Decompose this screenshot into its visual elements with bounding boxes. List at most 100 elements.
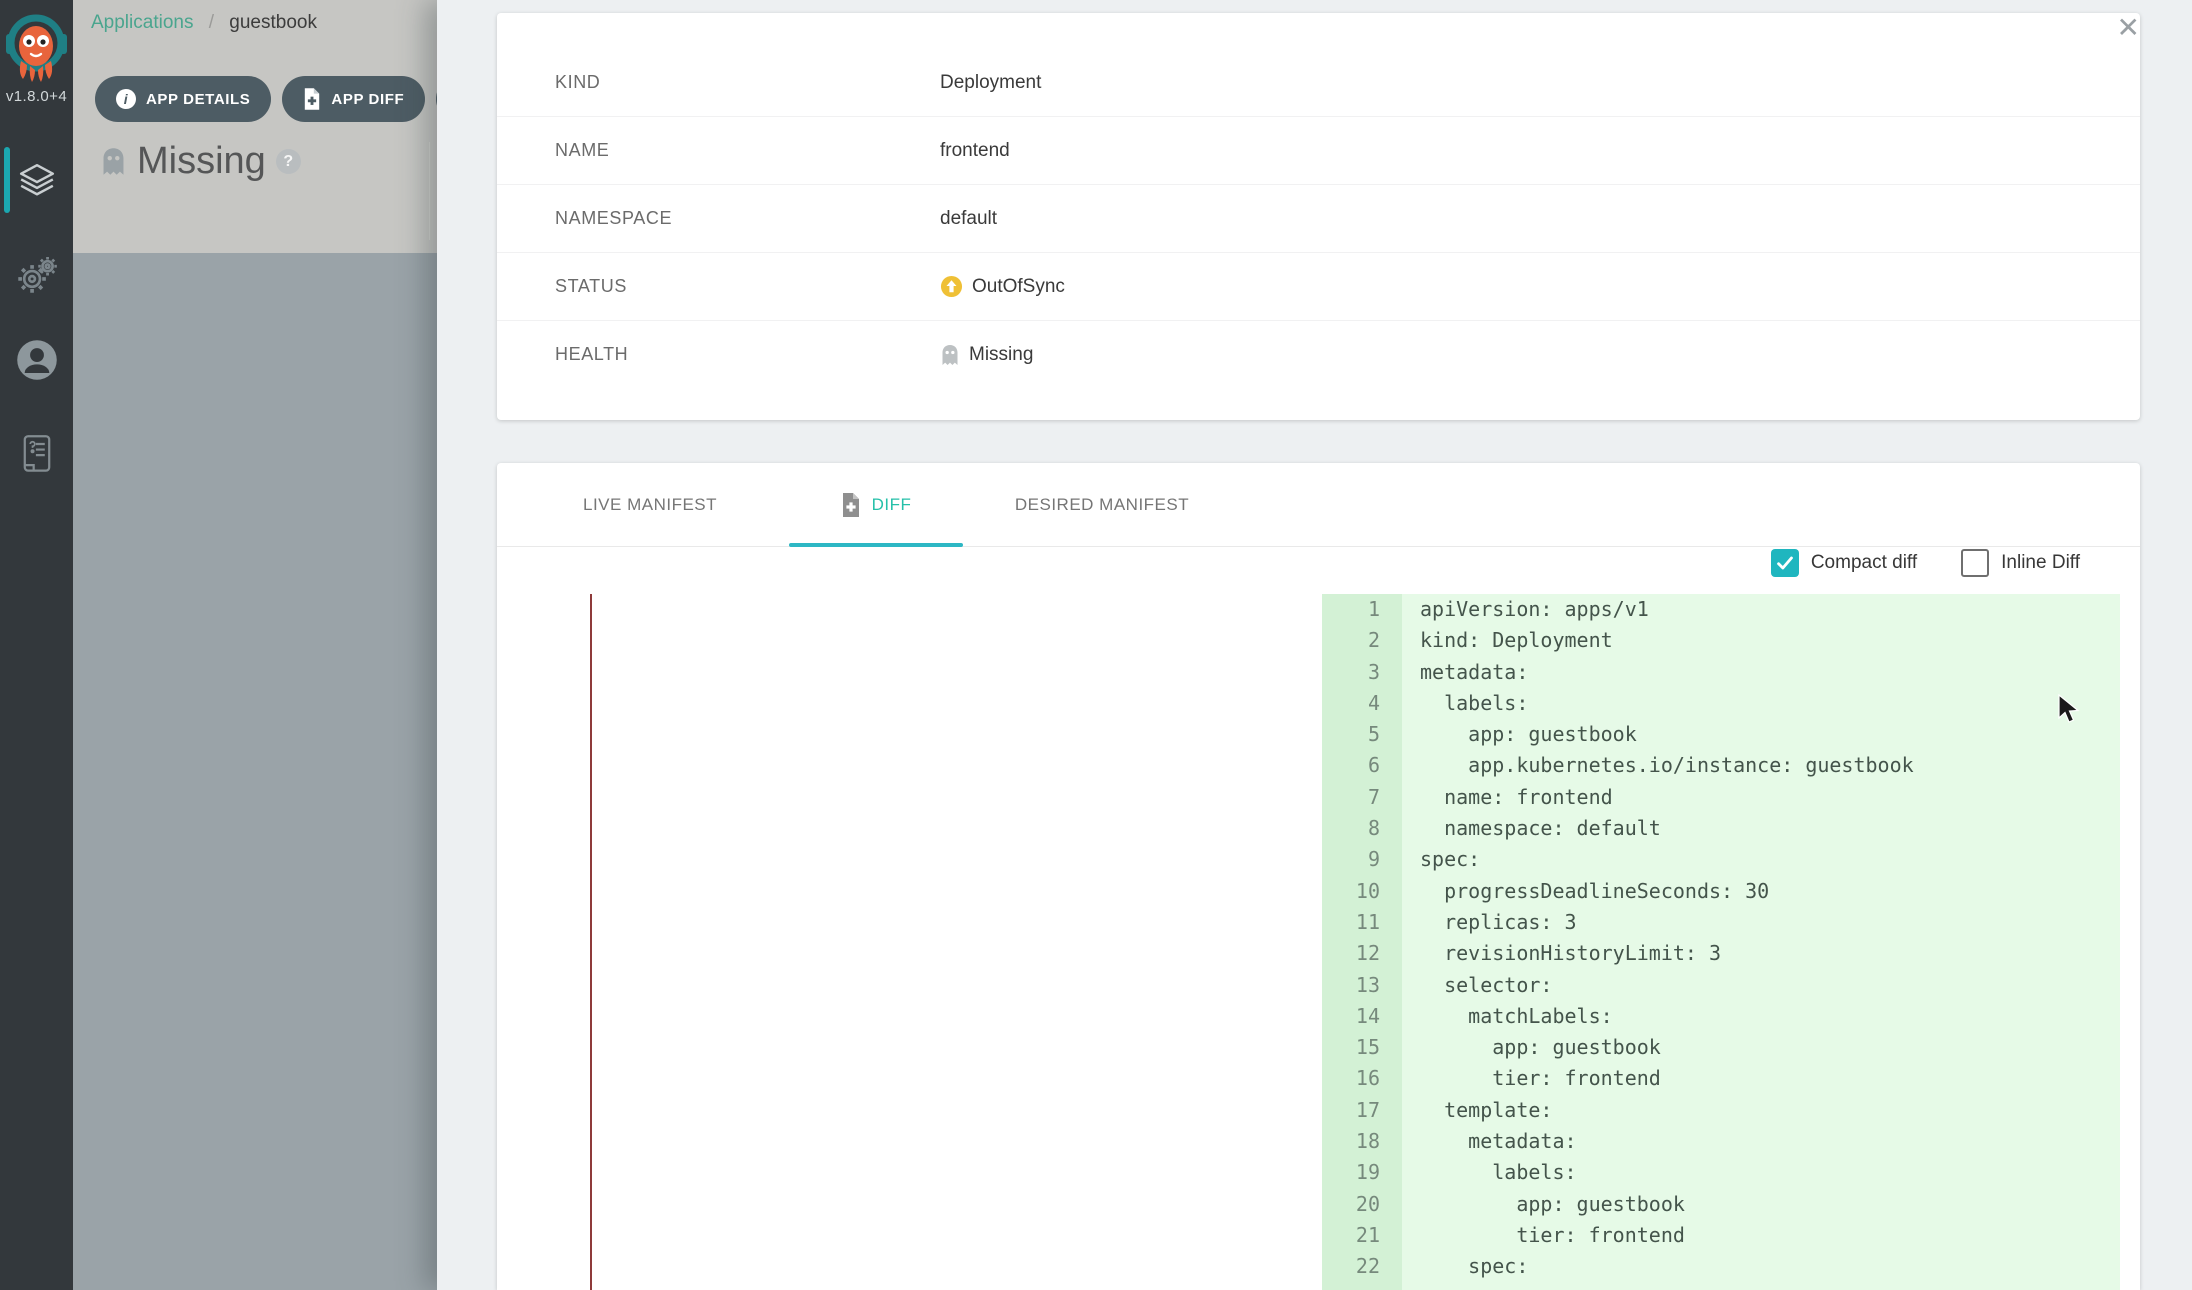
diff-line: 19 labels:	[1322, 1157, 2120, 1188]
close-icon[interactable]: ✕	[2117, 14, 2140, 42]
diff-line: 4 labels:	[1322, 688, 2120, 719]
docs-icon	[21, 434, 53, 474]
app-toolbar: i APP DETAILS APP DIFF	[95, 76, 492, 122]
gears-icon	[17, 255, 57, 293]
sidebar-item-docs[interactable]	[0, 424, 73, 484]
diff-line: 3 metadata:	[1322, 657, 2120, 688]
diff-line-number: 20	[1322, 1189, 1402, 1220]
diff-line-number: 1	[1322, 594, 1402, 625]
ghost-icon	[940, 343, 960, 367]
diff-line-number: 17	[1322, 1095, 1402, 1126]
health-value: Missing	[940, 343, 1033, 367]
diff-line: 18 metadata:	[1322, 1126, 2120, 1157]
manifest-card: LIVE MANIFEST DIFF DESIRED MANIFEST	[497, 463, 2140, 1290]
diff-line-text: kind: Deployment	[1402, 625, 1613, 656]
breadcrumb-separator: /	[209, 12, 214, 33]
app-diff-button[interactable]: APP DIFF	[282, 76, 425, 122]
tab-live-manifest-label: LIVE MANIFEST	[583, 495, 717, 515]
argocd-resource-screen: v1.8.0+4	[0, 0, 2192, 1290]
tab-diff[interactable]: DIFF	[763, 463, 989, 546]
app-details-button[interactable]: i APP DETAILS	[95, 76, 271, 122]
diff-line: 6 app.kubernetes.io/instance: guestbook	[1322, 750, 2120, 781]
health-label: HEALTH	[555, 344, 628, 365]
app-health-heading: Missing ?	[100, 140, 301, 183]
diff-line-text: tier: frontend	[1402, 1063, 1661, 1094]
diff-line: 1 apiVersion: apps/v1	[1322, 594, 2120, 625]
info-icon: i	[116, 89, 136, 109]
diff-line-number: 4	[1322, 688, 1402, 719]
diff-line-number: 2	[1322, 625, 1402, 656]
tab-live-manifest[interactable]: LIVE MANIFEST	[537, 463, 763, 546]
summary-row-status: STATUS OutOfSync	[497, 253, 2140, 321]
page-header-area	[73, 0, 437, 253]
summary-row-health: HEALTH Missing	[497, 321, 2140, 388]
diff-line-text: progressDeadlineSeconds: 30	[1402, 876, 1769, 907]
diff-line-number: 21	[1322, 1220, 1402, 1251]
diff-line-number: 7	[1322, 782, 1402, 813]
argo-logo-icon	[6, 6, 67, 88]
help-icon[interactable]: ?	[276, 149, 301, 174]
ghost-icon	[100, 146, 127, 177]
diff-line-number: 10	[1322, 876, 1402, 907]
diff-line-text: matchLabels:	[1402, 1001, 1613, 1032]
page-divider	[429, 142, 430, 240]
diff-line: 13 selector:	[1322, 970, 2120, 1001]
diff-line-number: 13	[1322, 970, 1402, 1001]
diff-line-text: app: guestbook	[1402, 719, 1637, 750]
breadcrumb-applications-link[interactable]: Applications	[91, 12, 193, 33]
diff-line-number: 5	[1322, 719, 1402, 750]
app-diff-label: APP DIFF	[331, 91, 404, 108]
sidebar-item-user[interactable]	[0, 330, 73, 390]
checkbox-unchecked-icon	[1961, 549, 1989, 577]
summary-row-kind: KIND Deployment	[497, 49, 2140, 117]
diff-line-text: labels:	[1402, 1157, 1577, 1188]
diff-line: 22 spec:	[1322, 1251, 2120, 1282]
diff-line-number: 22	[1322, 1251, 1402, 1282]
diff-line-text: app.kubernetes.io/instance: guestbook	[1402, 750, 1914, 781]
diff-view[interactable]: 1 apiVersion: apps/v1 2 kind: Deployment…	[497, 594, 2140, 1290]
layers-icon	[18, 162, 56, 198]
diff-line-text: revisionHistoryLimit: 3	[1402, 938, 1721, 969]
diff-line-text: spec:	[1402, 844, 1480, 875]
app-details-label: APP DETAILS	[146, 91, 250, 108]
diff-line-text: replicas: 3	[1402, 907, 1577, 938]
diff-line-text: namespace: default	[1402, 813, 1661, 844]
tab-desired-manifest-label: DESIRED MANIFEST	[1015, 495, 1189, 515]
diff-options: Compact diff Inline Diff	[1771, 549, 2080, 577]
summary-row-name: NAME frontend	[497, 117, 2140, 185]
tab-desired-manifest[interactable]: DESIRED MANIFEST	[989, 463, 1215, 546]
compact-diff-checkbox[interactable]: Compact diff	[1771, 549, 1917, 577]
name-value: frontend	[940, 140, 1010, 162]
diff-line-number: 6	[1322, 750, 1402, 781]
health-text: Missing	[969, 344, 1033, 366]
checkbox-checked-icon	[1771, 549, 1799, 577]
diff-line: 20 app: guestbook	[1322, 1189, 2120, 1220]
status-value: OutOfSync	[940, 275, 1065, 298]
kind-label: KIND	[555, 72, 600, 93]
diff-line-text: labels:	[1402, 688, 1528, 719]
sidebar-item-settings[interactable]	[0, 244, 73, 304]
diff-line-text: spec:	[1402, 1251, 1528, 1282]
file-plus-icon	[303, 87, 321, 111]
inline-diff-checkbox[interactable]: Inline Diff	[1961, 549, 2080, 577]
summary-row-namespace: NAMESPACE default	[497, 185, 2140, 253]
page-body-area	[73, 253, 437, 1290]
inline-diff-label: Inline Diff	[2001, 552, 2080, 574]
breadcrumb-current: guestbook	[229, 12, 317, 33]
diff-line-text: metadata:	[1402, 1126, 1577, 1157]
diff-line-number: 15	[1322, 1032, 1402, 1063]
resource-detail-panel: ✕ KIND Deployment NAME frontend NAMESPAC…	[437, 0, 2192, 1290]
sidebar-item-applications[interactable]	[0, 150, 73, 210]
diff-line: 7 name: frontend	[1322, 782, 2120, 813]
compact-diff-label: Compact diff	[1811, 552, 1917, 574]
user-icon	[16, 339, 58, 381]
diff-line: 21 tier: frontend	[1322, 1220, 2120, 1251]
tab-diff-label: DIFF	[872, 495, 912, 515]
namespace-label: NAMESPACE	[555, 208, 672, 229]
diff-line-number: 9	[1322, 844, 1402, 875]
diff-line: 12 revisionHistoryLimit: 3	[1322, 938, 2120, 969]
breadcrumb: Applications / guestbook	[91, 12, 317, 34]
diff-line-number: 18	[1322, 1126, 1402, 1157]
diff-line-text: app: guestbook	[1402, 1032, 1661, 1063]
diff-line-text: app: guestbook	[1402, 1189, 1685, 1220]
